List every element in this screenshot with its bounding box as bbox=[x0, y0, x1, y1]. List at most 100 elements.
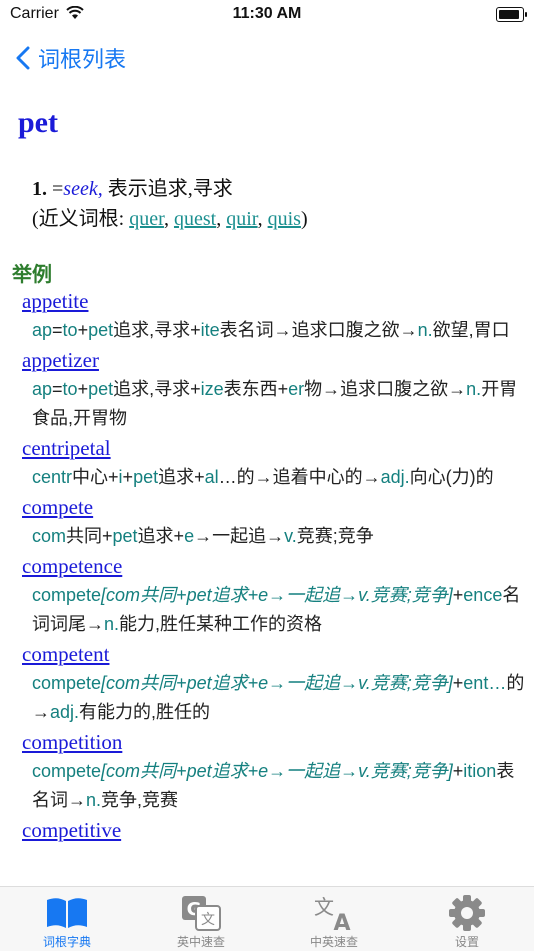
explanation-text: [com共同+pet追求+e→一起追→v.竞赛;竞争] bbox=[101, 673, 453, 693]
explanation-text: 竞赛;竞争 bbox=[296, 526, 374, 546]
example-word-link[interactable]: competitive bbox=[22, 815, 528, 845]
tab-cn-en-lookup[interactable]: 文A 中英速查 bbox=[269, 893, 399, 950]
sense-definition: 1. =seek, 表示追求,寻求 (近义词根: quer, quest, qu… bbox=[32, 178, 308, 230]
translate-g-icon: G文 bbox=[136, 893, 266, 933]
root-fragment: e bbox=[184, 526, 195, 546]
root-fragment: er bbox=[288, 379, 305, 399]
explanation-text: 中心+ bbox=[72, 467, 119, 487]
explanation-text: 共同+ bbox=[66, 526, 113, 546]
battery-icon bbox=[496, 7, 527, 22]
root-fragment: n. bbox=[466, 379, 482, 399]
root-fragment: compete bbox=[32, 673, 102, 693]
example-entry: competence compete[com共同+pet追求+e→一起追→v.竞赛… bbox=[22, 551, 528, 639]
explanation-text: 欲望,胃口 bbox=[432, 320, 510, 340]
example-word-link[interactable]: appetite bbox=[22, 286, 528, 316]
sense-seek: seek, bbox=[63, 178, 103, 200]
example-word-link[interactable]: appetizer bbox=[22, 345, 528, 375]
explanation-text: …的→追着中心的→ bbox=[218, 467, 381, 487]
example-entry: appetizer ap=to+pet追求,寻求+ize表东西+er物→追求口腹之… bbox=[22, 345, 528, 433]
tab-label: 英中速查 bbox=[176, 935, 225, 949]
root-fragment: v. bbox=[284, 526, 297, 546]
tab-bar: 词根字典 G文 英中速查 文A 中英速查 设置 bbox=[0, 886, 534, 951]
root-fragment: n. bbox=[86, 790, 102, 810]
example-entry: competition compete[com共同+pet追求+e→一起追→v.竞… bbox=[22, 727, 528, 815]
near-root-link[interactable]: quir bbox=[226, 208, 257, 230]
tab-label: 词根字典 bbox=[42, 935, 91, 949]
status-bar: Carrier 11:30 AM bbox=[0, 0, 534, 30]
svg-text:文: 文 bbox=[314, 895, 334, 919]
explanation-text: [com共同+pet追求+e→一起追→v.竞赛;竞争] bbox=[101, 761, 453, 781]
explanation-text: 追求+ bbox=[137, 526, 185, 546]
svg-text:A: A bbox=[333, 911, 350, 932]
example-explanation: com共同+pet追求+e→一起追→v.竞赛;竞争 bbox=[32, 522, 528, 551]
near-root-link[interactable]: quest bbox=[174, 208, 216, 230]
root-fragment: ence bbox=[463, 585, 503, 605]
content-scroll[interactable]: pet 1. =seek, 表示追求,寻求 (近义词根: quer, quest… bbox=[0, 90, 534, 886]
explanation-text: →一起追→ bbox=[194, 526, 285, 546]
root-fragment: to bbox=[62, 379, 78, 399]
example-explanation: compete[com共同+pet追求+e→一起追→v.竞赛;竞争]+ition… bbox=[32, 757, 528, 815]
root-fragment: to bbox=[62, 320, 78, 340]
explanation-text: + bbox=[452, 761, 464, 781]
explanation-text: + bbox=[452, 585, 464, 605]
explanation-text: + bbox=[77, 379, 89, 399]
example-explanation: ap=to+pet追求,寻求+ite表名词→追求口腹之欲→n.欲望,胃口 bbox=[32, 316, 528, 345]
explanation-text: + bbox=[77, 320, 89, 340]
navigation-bar: 词根列表 bbox=[0, 34, 534, 78]
root-fragment: ap bbox=[32, 320, 53, 340]
root-fragment: ite bbox=[200, 320, 220, 340]
root-fragment: pet bbox=[88, 379, 114, 399]
example-word-link[interactable]: competence bbox=[22, 551, 528, 581]
sense-number: 1. bbox=[32, 178, 47, 200]
example-word-link[interactable]: compete bbox=[22, 492, 528, 522]
root-fragment: centr bbox=[32, 467, 73, 487]
tab-label: 中英速查 bbox=[309, 935, 358, 949]
example-word-link[interactable]: competent bbox=[22, 639, 528, 669]
example-entry: centripetal centr中心+i+pet追求+al…的→追着中心的→ad… bbox=[22, 433, 528, 492]
example-entry: compete com共同+pet追求+e→一起追→v.竞赛;竞争 bbox=[22, 492, 528, 551]
back-label: 词根列表 bbox=[38, 47, 127, 72]
explanation-text: + bbox=[122, 467, 134, 487]
explanation-text: = bbox=[52, 320, 63, 340]
status-time: 11:30 AM bbox=[232, 5, 302, 22]
root-fragment: pet bbox=[88, 320, 114, 340]
root-fragment: adj. bbox=[50, 702, 80, 722]
example-word-link[interactable]: centripetal bbox=[22, 433, 528, 463]
explanation-text: = bbox=[52, 379, 63, 399]
root-fragment: compete bbox=[32, 585, 102, 605]
root-fragment: com bbox=[32, 526, 67, 546]
headword: pet bbox=[18, 106, 58, 139]
root-fragment: n. bbox=[104, 614, 120, 634]
tab-root-dictionary[interactable]: 词根字典 bbox=[2, 893, 132, 950]
explanation-text: 追求+ bbox=[158, 467, 205, 487]
svg-text:文: 文 bbox=[201, 912, 215, 928]
sense-eq: = bbox=[52, 178, 64, 200]
translate-a-icon: 文A bbox=[269, 893, 399, 933]
tab-label: 设置 bbox=[454, 935, 479, 949]
root-fragment: al bbox=[204, 467, 219, 487]
explanation-text: 向心(力)的 bbox=[409, 467, 494, 487]
explanation-text: + bbox=[452, 673, 464, 693]
root-fragment: n. bbox=[417, 320, 433, 340]
explanation-text: 追求,寻求+ bbox=[113, 320, 201, 340]
near-root-link[interactable]: quer bbox=[129, 208, 164, 230]
example-explanation: compete[com共同+pet追求+e→一起追→v.竞赛;竞争]+ent…的… bbox=[32, 669, 528, 727]
near-root-link[interactable]: quis bbox=[268, 208, 301, 230]
example-word-link[interactable]: competition bbox=[22, 727, 528, 757]
tab-settings[interactable]: 设置 bbox=[402, 893, 532, 950]
explanation-text: 有能力的,胜任的 bbox=[79, 702, 211, 722]
root-fragment: pet bbox=[133, 467, 159, 487]
example-entry: appetite ap=to+pet追求,寻求+ite表名词→追求口腹之欲→n.欲… bbox=[22, 286, 528, 345]
root-fragment: ent… bbox=[463, 673, 507, 693]
example-explanation: ap=to+pet追求,寻求+ize表东西+er物→追求口腹之欲→n.开胃食品,… bbox=[32, 375, 528, 433]
gear-icon bbox=[402, 893, 532, 933]
example-entry: competitive bbox=[22, 815, 528, 845]
tab-en-cn-lookup[interactable]: G文 英中速查 bbox=[136, 893, 266, 950]
back-button[interactable]: 词根列表 bbox=[16, 42, 126, 74]
root-fragment: ize bbox=[200, 379, 224, 399]
explanation-text: 表名词→追求口腹之欲→ bbox=[219, 320, 418, 340]
root-fragment: adj. bbox=[380, 467, 410, 487]
explanation-text: 追求,寻求+ bbox=[113, 379, 201, 399]
near-roots-prefix: (近义词根: bbox=[32, 208, 130, 230]
explanation-text: 物→追求口腹之欲→ bbox=[304, 379, 467, 399]
